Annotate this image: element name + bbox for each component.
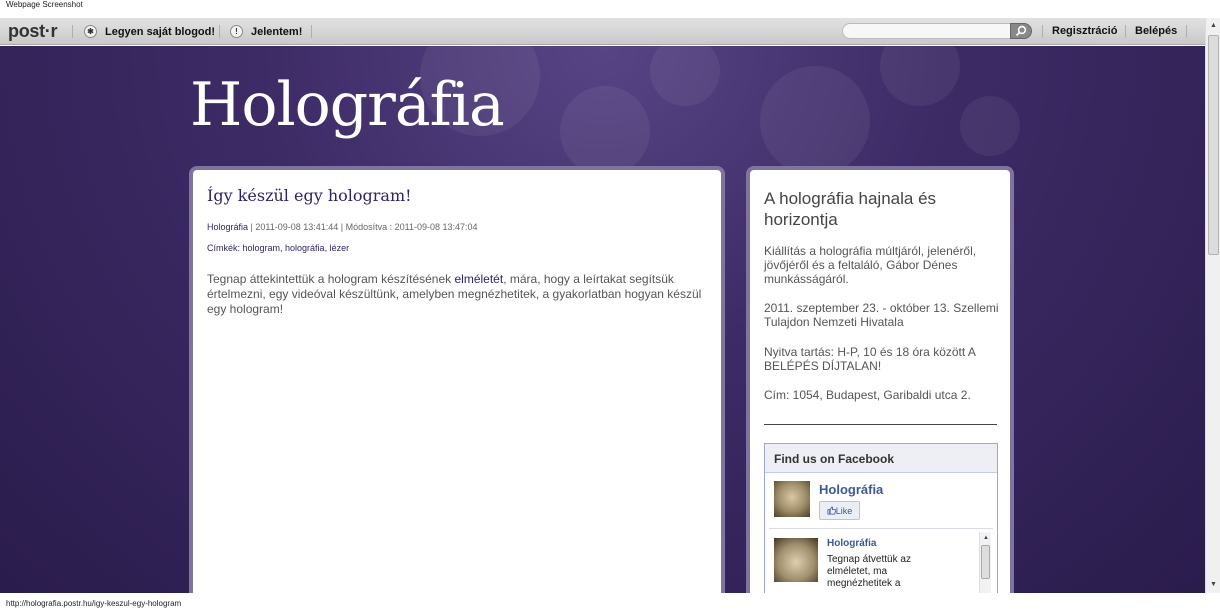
toolbar-separator [72, 25, 73, 38]
facebook-like-label: Like [835, 505, 853, 516]
asterisk-icon: ✱ [84, 25, 97, 38]
scroll-thumb[interactable] [981, 545, 990, 579]
report-label: Jelentem! [251, 25, 303, 38]
sidebar-panel: A holográfia hajnala és horizontja Kiáll… [746, 166, 1014, 606]
facebook-post-thumbnail[interactable] [774, 538, 818, 582]
facebook-post-author[interactable]: Holográfia [827, 538, 876, 549]
toolbar-separator [1186, 25, 1187, 38]
exhibition-address: Cím: 1054, Budapest, Garibaldi utca 2. [764, 388, 971, 402]
thumbs-up-icon [827, 506, 836, 515]
toolbar-separator [1042, 25, 1043, 38]
post-tags: Címkék: hologram, holográfia, lézer [207, 243, 349, 253]
sidebar-divider [764, 424, 997, 425]
bokeh-light [960, 96, 1020, 156]
facebook-divider [769, 528, 993, 529]
own-blog-link[interactable]: ✱ Legyen saját blogod! [84, 24, 215, 39]
own-blog-label: Legyen saját blogod! [105, 25, 216, 38]
bokeh-light [650, 46, 720, 106]
toolbar-separator [311, 25, 312, 38]
exhibition-description: Kiállítás a holográfia múltjáról, jelené… [764, 244, 977, 286]
scroll-down-arrow-icon[interactable]: ▼ [1206, 577, 1220, 593]
facebook-page-name[interactable]: Holográfia [819, 482, 883, 497]
bokeh-light [880, 46, 960, 106]
facebook-page-thumbnail[interactable] [774, 481, 810, 517]
sidebar-title: A holográfia hajnala és horizontja [764, 189, 937, 229]
post-category-link[interactable]: Holográfia [207, 222, 248, 232]
facebook-like-box: Find us on Facebook Holográfia Like Holo… [764, 443, 998, 602]
post-body: Tegnap áttekintettük a hologram készítés… [207, 272, 712, 317]
scroll-thumb[interactable] [1208, 35, 1219, 255]
toolbar-separator [1125, 25, 1126, 38]
opening-hours: Nyitva tartás: H-P, 10 és 18 óra között … [764, 345, 976, 373]
search-icon [1015, 25, 1027, 37]
bokeh-light [560, 86, 650, 176]
tags-label: Címkék: [207, 243, 243, 253]
postr-logo[interactable]: post·r [8, 21, 58, 42]
facebook-post-text: Tegnap átvettük az elméletet, ma megnézh… [827, 554, 911, 589]
search-button[interactable] [1010, 23, 1032, 39]
toolbar-separator [219, 25, 220, 38]
bokeh-light [760, 66, 870, 176]
register-link[interactable]: Regisztráció [1052, 25, 1117, 37]
login-link[interactable]: Belépés [1135, 25, 1177, 37]
scroll-up-arrow-icon[interactable]: ▲ [980, 532, 992, 544]
facebook-box-header: Find us on Facebook [765, 444, 997, 473]
exhibition-dates: 2011. szeptember 23. - október 13. Szell… [764, 301, 999, 329]
post-title[interactable]: Így készül egy hologram! [207, 186, 412, 205]
page-scrollbar[interactable]: ▲ ▼ [1205, 18, 1220, 593]
scroll-up-arrow-icon[interactable]: ▲ [1206, 18, 1220, 34]
tags-links[interactable]: hologram, holográfia, lézer [243, 243, 350, 253]
report-link[interactable]: ! Jelentem! [230, 24, 302, 39]
status-bar: http://holografia.postr.hu/igy-keszul-eg… [0, 593, 1220, 610]
window-title: Webpage Screenshot [6, 0, 83, 9]
post-meta: Holográfia | 2011-09-08 13:41:44 | Módos… [207, 222, 478, 232]
top-navigation-bar: post·r ✱ Legyen saját blogod! ! Jelentem… [0, 18, 1205, 45]
post-dates: | 2011-09-08 13:41:44 | Módosítva : 2011… [248, 222, 478, 232]
search-input[interactable] [842, 23, 1012, 39]
status-url: http://holografia.postr.hu/igy-keszul-eg… [6, 599, 182, 608]
theory-link[interactable]: elméletét [454, 272, 503, 286]
exclamation-icon: ! [230, 25, 243, 38]
facebook-like-button[interactable]: Like [819, 501, 860, 520]
site-title[interactable]: Holográfia [190, 70, 505, 140]
post-text: Tegnap áttekintettük a hologram készítés… [207, 272, 455, 286]
post-panel: Így készül egy hologram! Holográfia | 20… [189, 166, 725, 606]
